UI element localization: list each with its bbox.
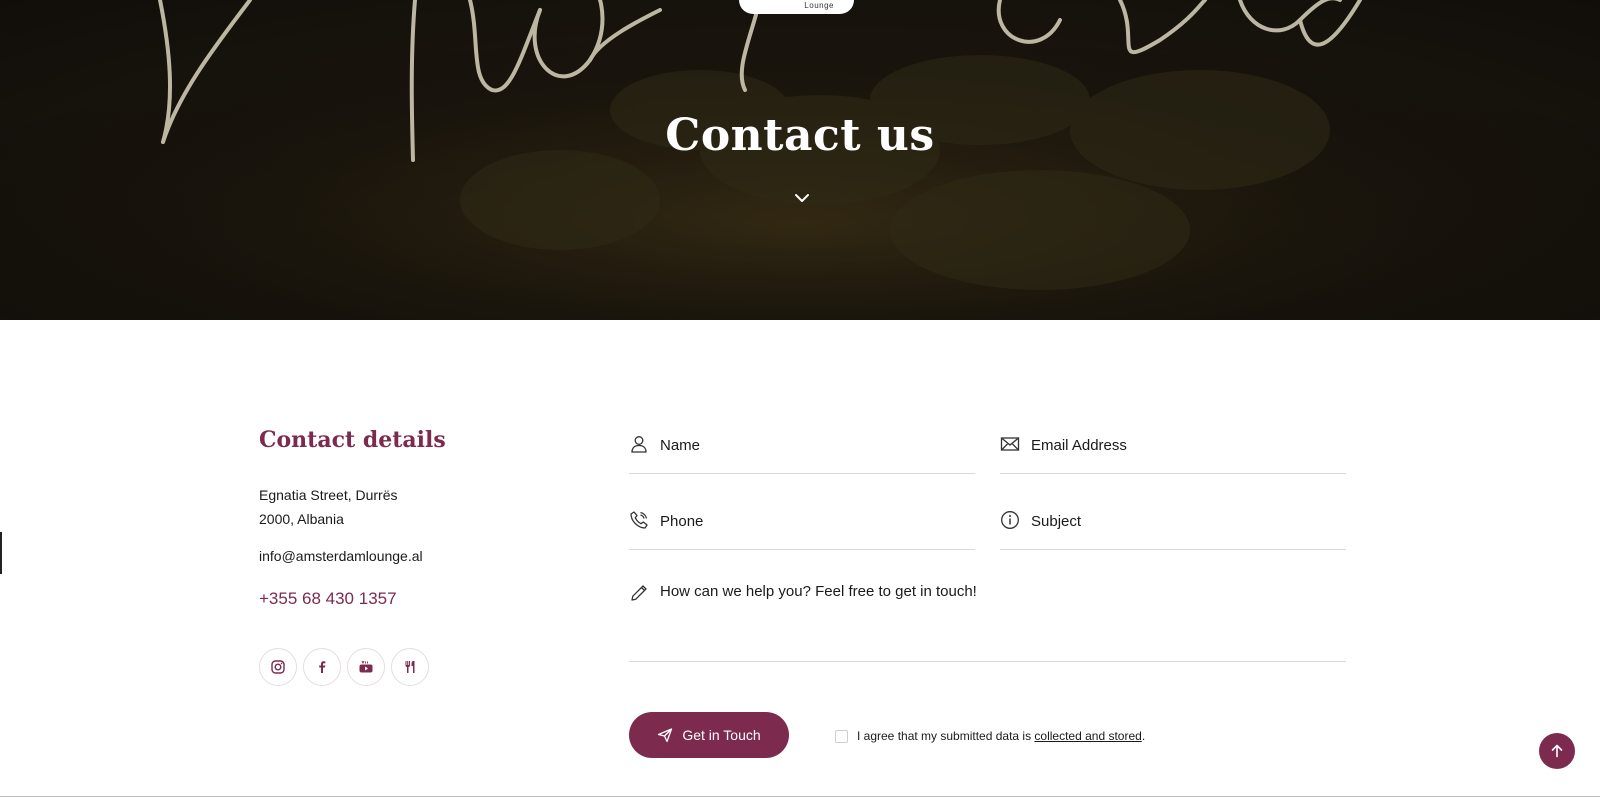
restaurant-button[interactable]	[391, 648, 429, 686]
phone-number[interactable]: +355 68 430 1357	[259, 589, 397, 609]
back-to-top-button[interactable]	[1539, 733, 1575, 769]
phone-icon	[630, 511, 648, 529]
envelope-icon	[1000, 437, 1020, 451]
address: Egnatia Street, Durrës 2000, Albania	[259, 483, 398, 531]
page: Lounge Contact us Contact details Egnati…	[0, 0, 1600, 797]
instagram-icon	[271, 660, 285, 674]
subject-field	[1000, 506, 1346, 550]
phone-input[interactable]	[660, 506, 975, 536]
contact-details-title: Contact details	[259, 427, 446, 453]
email-field	[1000, 430, 1346, 474]
restaurant-icon	[405, 661, 415, 673]
youtube-button[interactable]	[347, 648, 385, 686]
consent-link[interactable]: collected and stored	[1034, 729, 1141, 743]
email-link[interactable]: info@amsterdamlounge.al	[259, 548, 423, 564]
get-in-touch-button[interactable]: Get in Touch	[629, 712, 789, 758]
logo-subtext: Lounge	[804, 1, 834, 10]
social-links	[259, 648, 429, 686]
address-line-1: Egnatia Street, Durrës	[259, 487, 398, 503]
info-icon	[1001, 511, 1019, 529]
hero-banner: Lounge Contact us	[0, 0, 1600, 320]
facebook-button[interactable]	[303, 648, 341, 686]
message-field	[629, 577, 1346, 667]
name-input[interactable]	[660, 430, 975, 460]
name-field	[629, 430, 975, 474]
consent-row: I agree that my submitted data is collec…	[835, 729, 1145, 743]
message-textarea[interactable]	[660, 577, 1346, 667]
arrow-up-icon	[1551, 744, 1563, 758]
page-title: Contact us	[665, 110, 935, 161]
instagram-button[interactable]	[259, 648, 297, 686]
phone-field	[629, 506, 975, 550]
subject-input[interactable]	[1031, 506, 1346, 536]
address-line-2: 2000, Albania	[259, 511, 344, 527]
consent-checkbox[interactable]	[835, 729, 848, 743]
user-icon	[631, 436, 647, 453]
edge-divider	[0, 532, 2, 574]
chevron-down-icon[interactable]	[792, 188, 812, 208]
get-in-touch-label: Get in Touch	[682, 727, 761, 743]
youtube-icon	[359, 660, 373, 673]
email-input[interactable]	[1031, 430, 1346, 460]
brand-logo[interactable]: Lounge	[739, 0, 854, 14]
pencil-icon	[631, 585, 647, 601]
consent-end: .	[1141, 729, 1146, 743]
facebook-icon	[319, 661, 326, 673]
send-icon	[658, 728, 673, 743]
consent-text: I agree that my submitted data is	[857, 729, 1035, 743]
